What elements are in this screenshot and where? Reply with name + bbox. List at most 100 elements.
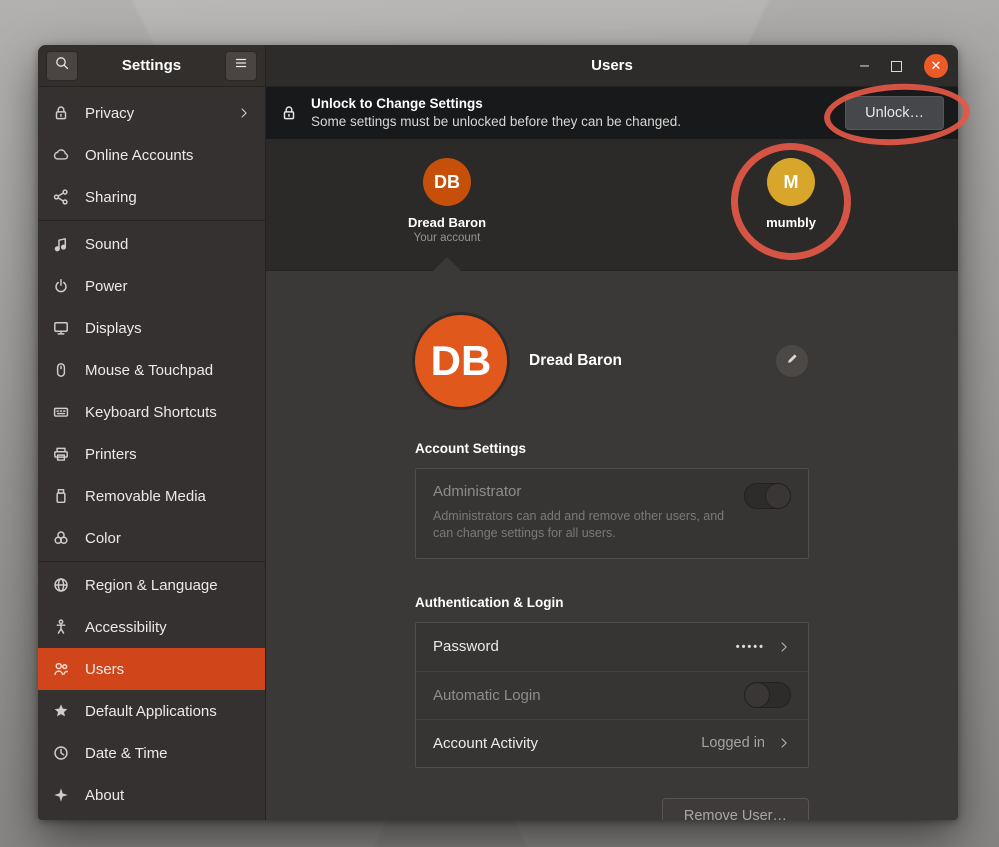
sidebar-item-label: Region & Language — [85, 577, 251, 594]
sidebar-item-accessibility[interactable]: Accessibility — [38, 606, 265, 648]
share-icon — [52, 188, 70, 206]
sidebar-item-label: Online Accounts — [85, 147, 251, 164]
settings-window: Settings Privacy Online Accounts Sharing So… — [38, 45, 958, 820]
sidebar-item-removable-media[interactable]: Removable Media — [38, 475, 265, 517]
sidebar-item-printers[interactable]: Printers — [38, 433, 265, 475]
remove-user-button[interactable]: Remove User… — [662, 798, 809, 820]
unlock-banner: Unlock to Change Settings Some settings … — [266, 87, 958, 139]
unlock-button[interactable]: Unlock… — [845, 96, 944, 130]
sidebar-list: Privacy Online Accounts Sharing Sound Power D… — [38, 87, 265, 820]
desktop-background: Settings Privacy Online Accounts Sharing So… — [0, 0, 999, 847]
administrator-description: Administrators can add and remove other … — [433, 508, 733, 542]
sidebar-item-date-time[interactable]: Date & Time — [38, 732, 265, 774]
sidebar-item-about[interactable]: About — [38, 774, 265, 816]
avatar-mumbly: M — [767, 158, 815, 206]
accessibility-icon — [52, 618, 70, 636]
power-icon — [52, 277, 70, 295]
cloud-icon — [52, 146, 70, 164]
display-icon — [52, 319, 70, 337]
main-pane: Users – ✕ Unlock to Change Settings Some… — [266, 45, 958, 820]
unlock-banner-text: Unlock to Change Settings Some settings … — [311, 95, 681, 130]
sidebar-item-displays[interactable]: Displays — [38, 307, 265, 349]
lock-icon — [52, 104, 70, 122]
profile-row: DB Dread Baron — [415, 315, 809, 407]
sidebar-item-mouse-touchpad[interactable]: Mouse & Touchpad — [38, 349, 265, 391]
account-activity-label: Account Activity — [433, 735, 538, 752]
sidebar-item-label: Sound — [85, 236, 251, 253]
password-label: Password — [433, 638, 499, 655]
carousel-user-name: mumbly — [766, 215, 816, 230]
mouse-icon — [52, 361, 70, 379]
carousel-user-mumbly[interactable]: M mumbly — [726, 158, 856, 230]
color-icon — [52, 529, 70, 547]
search-icon — [54, 55, 70, 76]
user-detail-panel: DB Dread Baron Account Settings Administ… — [266, 271, 958, 820]
password-value: ••••• — [736, 641, 765, 653]
automatic-login-label: Automatic Login — [433, 687, 541, 704]
sidebar-item-label: Default Applications — [85, 703, 251, 720]
music-note-icon — [52, 235, 70, 253]
sidebar-item-color[interactable]: Color — [38, 517, 265, 559]
printer-icon — [52, 445, 70, 463]
sidebar-item-privacy[interactable]: Privacy — [38, 92, 265, 134]
carousel-user-dread-baron[interactable]: DB Dread Baron Your account — [382, 158, 512, 244]
search-button[interactable] — [46, 51, 78, 81]
star-icon — [52, 702, 70, 720]
toggle-knob — [765, 483, 791, 509]
sidebar-divider — [38, 561, 265, 562]
auth-login-heading: Authentication & Login — [415, 595, 809, 610]
sidebar-item-label: Privacy — [85, 105, 222, 122]
sidebar-item-label: Mouse & Touchpad — [85, 362, 251, 379]
sparkle-icon — [52, 786, 70, 804]
lock-icon — [280, 104, 298, 122]
chevron-right-icon — [777, 736, 791, 750]
rename-user-button[interactable] — [775, 344, 809, 378]
sidebar-item-online-accounts[interactable]: Online Accounts — [38, 134, 265, 176]
minimize-button[interactable]: – — [860, 61, 869, 71]
sidebar-item-keyboard-shortcuts[interactable]: Keyboard Shortcuts — [38, 391, 265, 433]
administrator-row: Administrator Administrators can add and… — [416, 469, 808, 558]
sidebar-title: Settings — [122, 57, 181, 74]
sidebar-item-label: Printers — [85, 446, 251, 463]
avatar-dread-baron: DB — [423, 158, 471, 206]
globe-icon — [52, 576, 70, 594]
profile-avatar[interactable]: DB — [415, 315, 507, 407]
sidebar-divider — [38, 220, 265, 221]
sidebar-item-label: Date & Time — [85, 745, 251, 762]
sidebar-item-power[interactable]: Power — [38, 265, 265, 307]
automatic-login-toggle[interactable] — [744, 682, 791, 708]
profile-name: Dread Baron — [529, 352, 622, 370]
sidebar-item-label: Accessibility — [85, 619, 251, 636]
selected-user-caret — [433, 257, 461, 271]
sidebar-header: Settings — [38, 45, 265, 87]
removable-media-icon — [52, 487, 70, 505]
carousel-user-name: Dread Baron — [408, 215, 486, 230]
titlebar: Users – ✕ — [266, 45, 958, 87]
sidebar-item-label: Power — [85, 278, 251, 295]
sidebar-item-sharing[interactable]: Sharing — [38, 176, 265, 218]
user-carousel: DB Dread Baron Your account M mumbly — [266, 139, 958, 271]
account-activity-value: Logged in — [701, 735, 765, 751]
close-button[interactable]: ✕ — [924, 54, 948, 78]
sidebar-item-sound[interactable]: Sound — [38, 223, 265, 265]
account-settings-heading: Account Settings — [415, 441, 809, 456]
account-activity-row[interactable]: Account Activity Logged in — [416, 719, 808, 767]
sidebar-item-default-applications[interactable]: Default Applications — [38, 690, 265, 732]
sidebar-item-label: Sharing — [85, 189, 251, 206]
sidebar-item-label: About — [85, 787, 251, 804]
pencil-icon — [785, 351, 800, 371]
carousel-user-subtitle: Your account — [414, 232, 481, 244]
sidebar-item-region-language[interactable]: Region & Language — [38, 564, 265, 606]
sidebar-item-label: Color — [85, 530, 251, 547]
toggle-knob — [744, 682, 770, 708]
menu-button[interactable] — [225, 51, 257, 81]
administrator-toggle[interactable] — [744, 483, 791, 509]
clock-icon — [52, 744, 70, 762]
remove-user-row: Remove User… — [415, 798, 809, 820]
window-controls: – ✕ — [860, 45, 948, 87]
password-row[interactable]: Password ••••• — [416, 623, 808, 671]
maximize-button[interactable] — [891, 61, 902, 72]
unlock-banner-subtitle: Some settings must be unlocked before th… — [311, 113, 681, 131]
sidebar-item-users[interactable]: Users — [38, 648, 265, 690]
administrator-text: Administrator Administrators can add and… — [433, 483, 733, 542]
